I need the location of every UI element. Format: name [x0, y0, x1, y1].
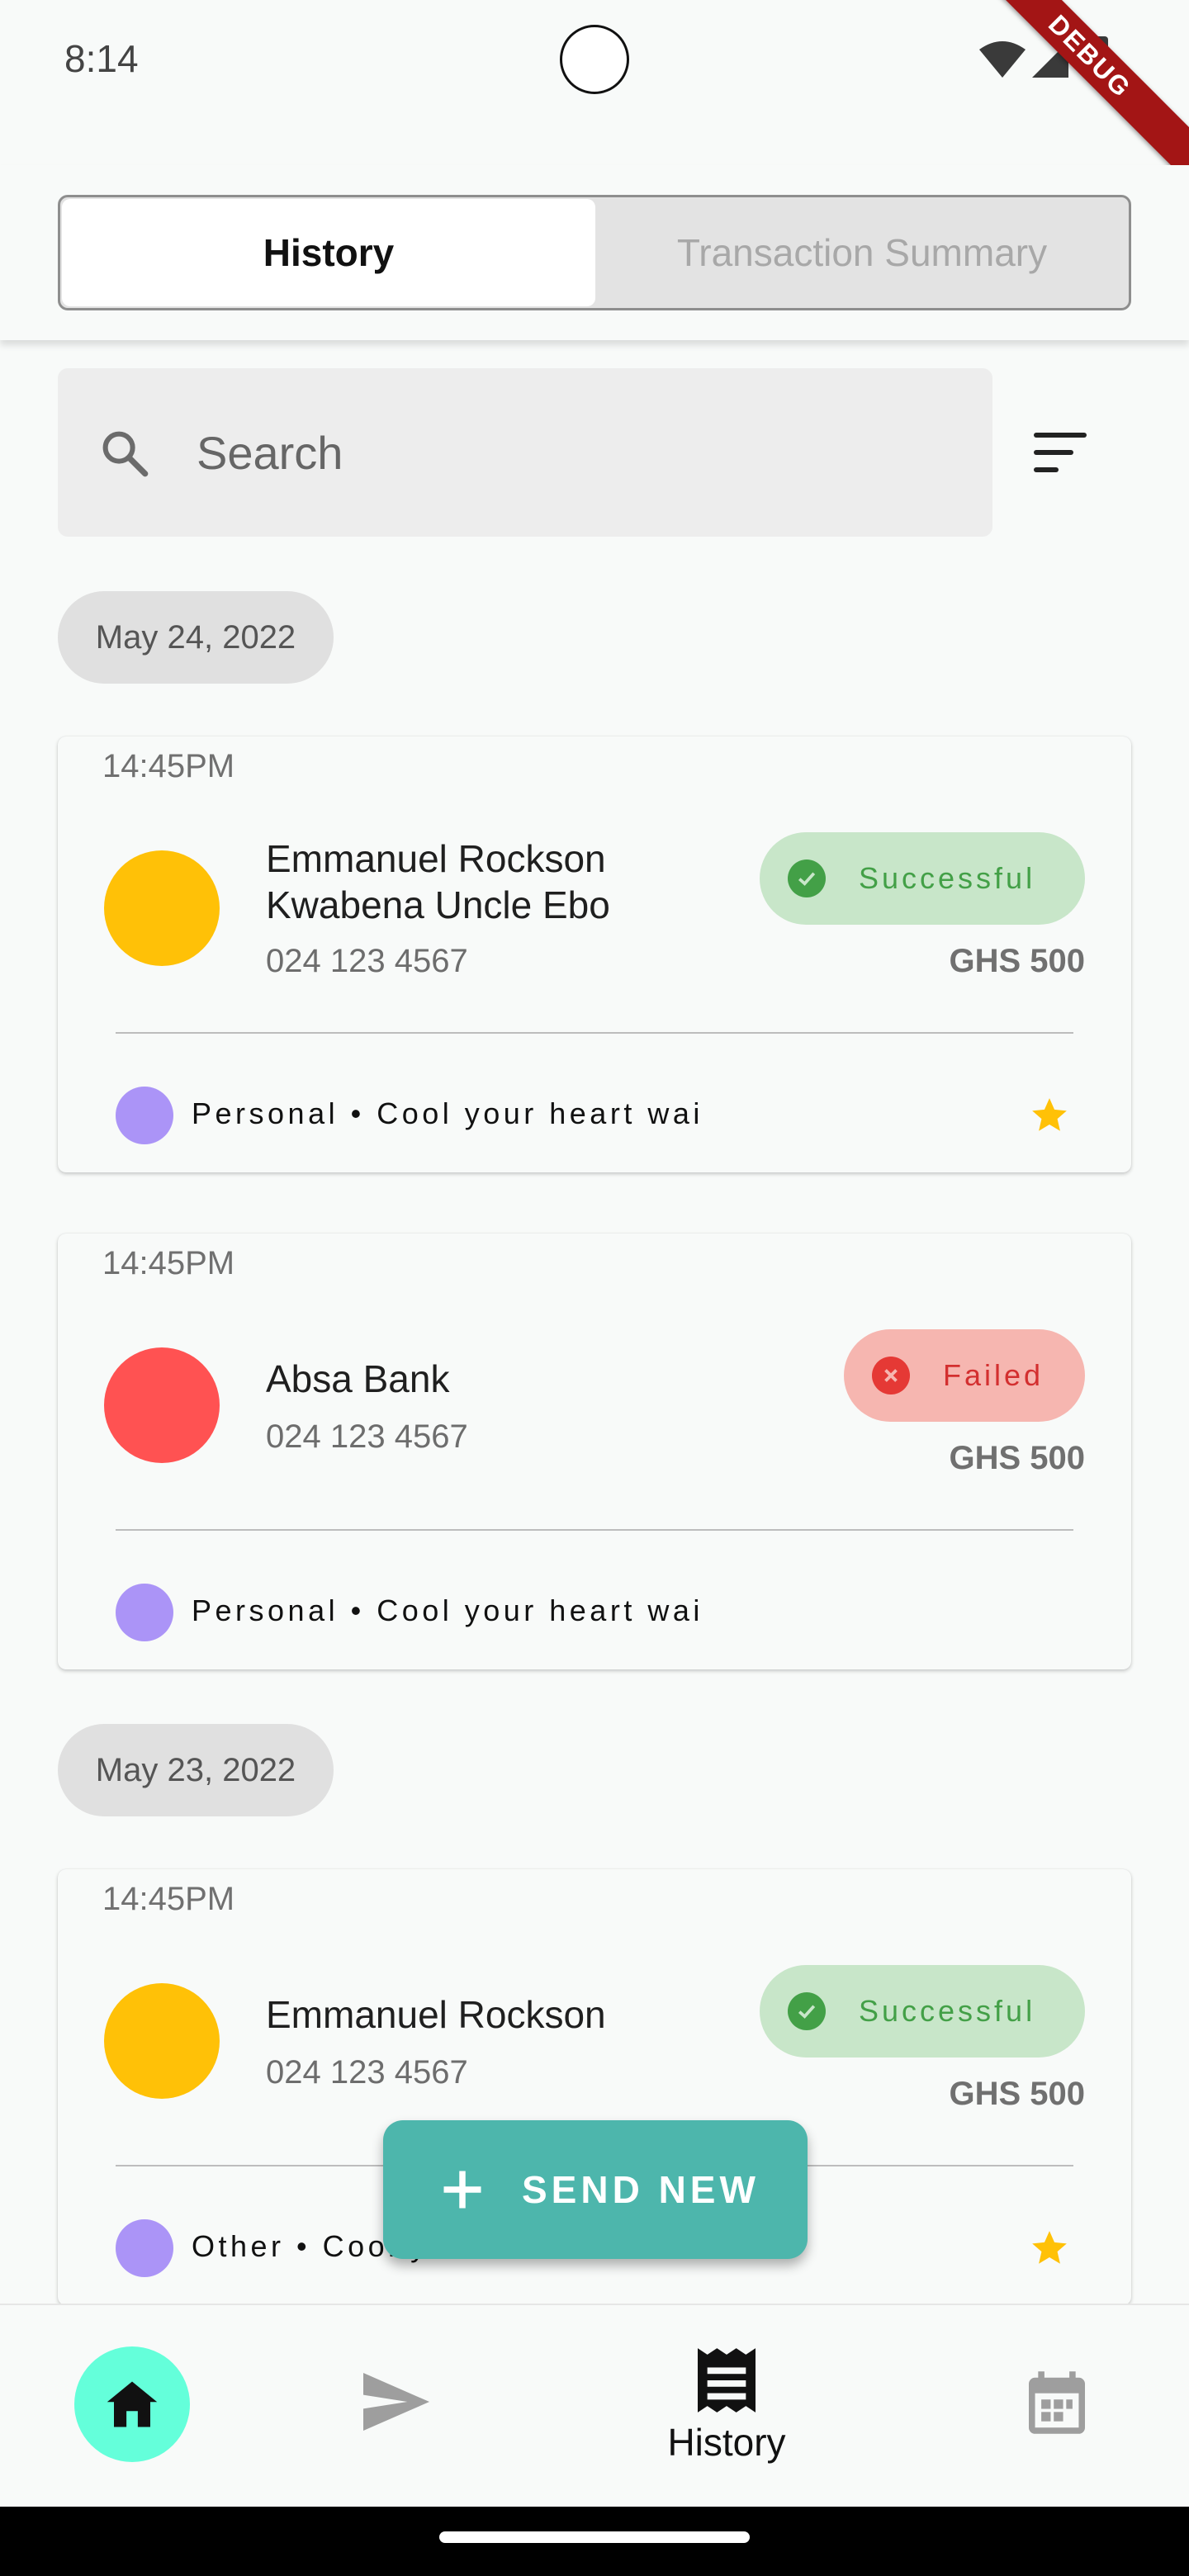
date-chip: May 23, 2022	[58, 1724, 334, 1816]
wifi-icon	[979, 41, 1026, 78]
search-input[interactable]	[197, 411, 940, 494]
search-box[interactable]	[58, 368, 992, 537]
amount: GHS 500	[949, 2076, 1085, 2112]
nav-history[interactable]: History	[652, 2348, 801, 2465]
divider	[116, 1032, 1073, 1034]
calendar-icon[interactable]	[1029, 2371, 1085, 2434]
cancel-circle-icon	[872, 1357, 910, 1395]
plus-icon	[443, 2171, 481, 2209]
star-icon[interactable]	[1029, 1095, 1070, 1136]
nav-history-label: History	[667, 2421, 786, 2464]
status-time: 8:14	[64, 37, 139, 80]
category-dot	[116, 1087, 173, 1144]
segmented-control: History Transaction Summary	[58, 195, 1131, 310]
recipient-phone: 024 123 4567	[266, 943, 468, 979]
transaction-card[interactable]: 14:45PM Absa Bank 024 123 4567 Failed GH…	[58, 1234, 1131, 1669]
amount: GHS 500	[949, 943, 1085, 979]
nav-home[interactable]	[74, 2346, 190, 2462]
status-bar: 8:14 DEBUG	[0, 0, 1189, 182]
status-badge: Failed	[844, 1329, 1085, 1422]
check-circle-icon	[788, 1992, 826, 2030]
recipient-name: Absa Bank	[266, 1357, 450, 1400]
home-indicator[interactable]	[439, 2531, 750, 2543]
category-dot	[116, 1584, 173, 1641]
receipt-icon	[698, 2348, 756, 2413]
search-icon	[102, 431, 149, 477]
avatar	[104, 850, 220, 966]
recipient-phone: 024 123 4567	[266, 1418, 468, 1455]
send-icon[interactable]	[363, 2373, 429, 2431]
divider	[116, 1529, 1073, 1531]
transaction-tag: Personal • Cool your heart wai	[192, 1096, 703, 1130]
avatar	[104, 1347, 220, 1463]
status-badge: Successful	[760, 1965, 1085, 2057]
date-chip: May 24, 2022	[58, 591, 334, 684]
amount: GHS 500	[949, 1440, 1085, 1476]
header: History Transaction Summary	[0, 165, 1189, 340]
status-label: Successful	[859, 861, 1036, 895]
category-dot	[116, 2219, 173, 2277]
transaction-time: 14:45PM	[102, 1245, 235, 1281]
recipient-name: Emmanuel Rockson Kwabena Uncle Ebo	[266, 837, 610, 926]
status-label: Failed	[943, 1358, 1045, 1392]
transaction-card[interactable]: 14:45PM Emmanuel Rockson Kwabena Uncle E…	[58, 736, 1131, 1172]
recipient-phone: 024 123 4567	[266, 2054, 468, 2091]
tab-transaction-summary[interactable]: Transaction Summary	[595, 199, 1129, 306]
system-nav-bar	[0, 2507, 1189, 2576]
bottom-nav: History	[0, 2304, 1189, 2507]
home-icon	[107, 2381, 158, 2427]
transaction-tag: Personal • Cool your heart wai	[192, 1593, 703, 1627]
debug-banner: DEBUG	[964, 0, 1189, 182]
tab-history[interactable]: History	[62, 199, 595, 306]
send-new-button[interactable]: SEND NEW	[383, 2120, 808, 2259]
check-circle-icon	[788, 859, 826, 897]
send-new-label: SEND NEW	[522, 2168, 760, 2211]
status-badge: Successful	[760, 832, 1085, 925]
transaction-time: 14:45PM	[102, 1881, 235, 1917]
filter-icon[interactable]	[1029, 428, 1092, 477]
star-icon[interactable]	[1029, 2228, 1070, 2269]
camera-cutout	[560, 25, 629, 94]
avatar	[104, 1983, 220, 2099]
transaction-time: 14:45PM	[102, 748, 235, 784]
recipient-name: Emmanuel Rockson	[266, 1993, 606, 2036]
status-label: Successful	[859, 1994, 1036, 2028]
